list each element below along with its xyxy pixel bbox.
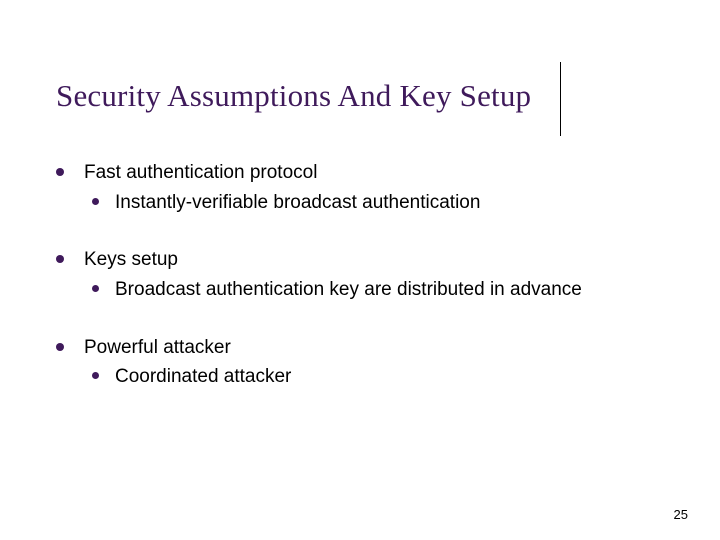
bullet-group: Fast authentication protocol Instantly-v… — [56, 160, 660, 215]
bullet-icon — [56, 255, 64, 263]
bullet-group: Keys setup Broadcast authentication key … — [56, 247, 660, 302]
bullet-icon — [56, 168, 64, 176]
list-item-text: Keys setup — [84, 247, 660, 273]
list-item: Keys setup — [56, 247, 660, 273]
slide-content: Fast authentication protocol Instantly-v… — [56, 160, 660, 422]
list-subitem-text: Coordinated attacker — [115, 364, 660, 390]
list-item: Fast authentication protocol — [56, 160, 660, 186]
bullet-group: Powerful attacker Coordinated attacker — [56, 335, 660, 390]
bullet-icon — [56, 343, 64, 351]
list-subitem: Broadcast authentication key are distrib… — [92, 277, 660, 303]
page-number: 25 — [674, 507, 688, 522]
bullet-icon — [92, 198, 99, 205]
bullet-icon — [92, 372, 99, 379]
list-item: Powerful attacker — [56, 335, 660, 361]
list-subitem-text: Instantly-verifiable broadcast authentic… — [115, 190, 660, 216]
slide-title: Security Assumptions And Key Setup — [56, 78, 531, 114]
bullet-icon — [92, 285, 99, 292]
list-item-text: Fast authentication protocol — [84, 160, 660, 186]
list-subitem-text: Broadcast authentication key are distrib… — [115, 277, 660, 303]
list-subitem: Instantly-verifiable broadcast authentic… — [92, 190, 660, 216]
slide: Security Assumptions And Key Setup Fast … — [0, 0, 720, 540]
list-subitem: Coordinated attacker — [92, 364, 660, 390]
title-accent-line — [560, 62, 561, 136]
list-item-text: Powerful attacker — [84, 335, 660, 361]
